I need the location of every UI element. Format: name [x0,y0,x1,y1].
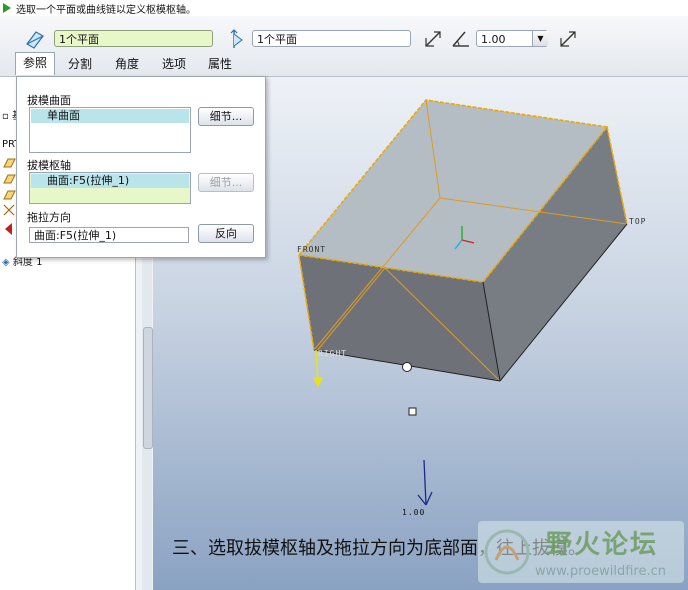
datum-right-label: RIGHT [318,349,348,358]
watermark-logo-icon [484,529,530,575]
watermark-url: www.proewildfire.cn [535,564,666,579]
datum-top-label: TOP [629,217,647,226]
flip-button[interactable]: 反向 [198,224,254,243]
hinge-details-button[interactable]: 细节... [198,173,254,192]
list-item[interactable]: 曲面:F5(拉伸_1) [31,174,189,188]
angle-indicator-icon [417,459,433,506]
watermark-title: 野火论坛 [546,530,659,560]
pull-direction-label: 拖拉方向 [27,211,71,224]
references-panel: 拔模曲面 单曲面 细节... 拔模枢轴 曲面:F5(拉伸_1) 细节... 拖拉… [16,76,266,258]
list-item[interactable]: 单曲面 [31,109,189,123]
angle-drag-handle [402,362,412,372]
surfaces-details-button[interactable]: 细节... [198,107,254,126]
draft-surfaces-list[interactable]: 单曲面 [29,107,191,153]
draft-surfaces-label: 拔模曲面 [27,94,71,107]
draft-hinge-list[interactable]: 曲面:F5(拉伸_1) [29,172,191,204]
draft-hinge-label: 拔模枢轴 [27,159,71,172]
angle-square-handle [408,407,417,416]
angle-value-label: 1.00 [402,508,426,517]
pull-direction-field[interactable]: 曲面:F5(拉伸_1) [29,227,189,243]
datum-front-label: FRONT [297,245,327,254]
